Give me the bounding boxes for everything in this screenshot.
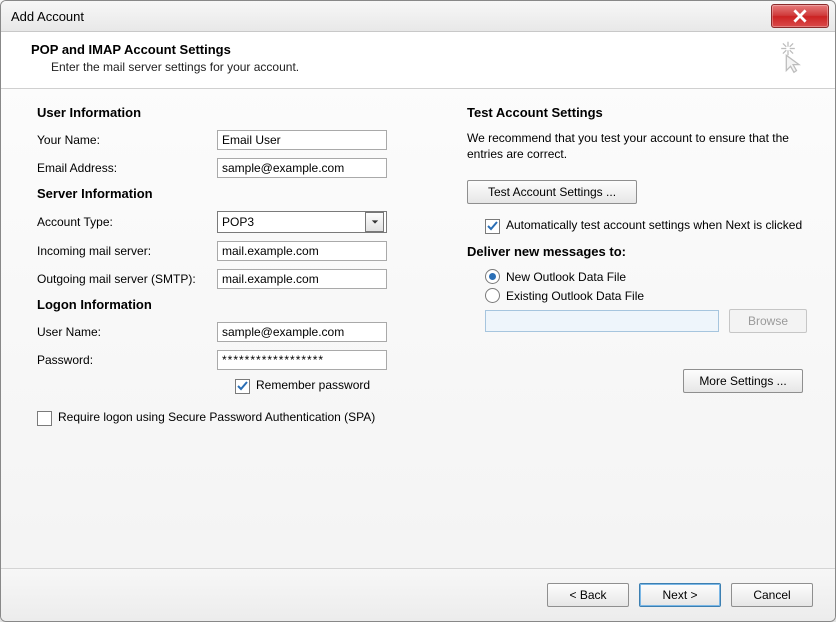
account-type-value: POP3 bbox=[222, 215, 254, 229]
title-bar: Add Account bbox=[1, 1, 835, 32]
checkbox-icon bbox=[37, 411, 52, 426]
logon-info-heading: Logon Information bbox=[37, 297, 437, 312]
radio-icon bbox=[485, 288, 500, 303]
your-name-label: Your Name: bbox=[37, 133, 217, 147]
spa-label: Require logon using Secure Password Auth… bbox=[58, 410, 375, 424]
username-input[interactable] bbox=[217, 322, 387, 342]
username-label: User Name: bbox=[37, 325, 217, 339]
cancel-button[interactable]: Cancel bbox=[731, 583, 813, 607]
browse-button[interactable]: Browse bbox=[729, 309, 807, 333]
dropdown-arrow bbox=[365, 212, 384, 232]
existing-data-file-label: Existing Outlook Data File bbox=[506, 289, 644, 303]
existing-file-path-input[interactable] bbox=[485, 310, 719, 332]
chevron-down-icon bbox=[371, 218, 379, 226]
check-icon bbox=[237, 381, 248, 392]
close-icon bbox=[793, 9, 807, 23]
email-label: Email Address: bbox=[37, 161, 217, 175]
header-title: POP and IMAP Account Settings bbox=[31, 42, 299, 57]
dialog-header: POP and IMAP Account Settings Enter the … bbox=[1, 32, 835, 89]
right-column: Test Account Settings We recommend that … bbox=[467, 105, 807, 432]
checkbox-icon bbox=[485, 219, 500, 234]
left-column: User Information Your Name: Email Addres… bbox=[37, 105, 437, 432]
spa-checkbox[interactable]: Require logon using Secure Password Auth… bbox=[37, 410, 437, 426]
deliver-heading: Deliver new messages to: bbox=[467, 244, 807, 259]
server-info-heading: Server Information bbox=[37, 186, 437, 201]
outgoing-server-label: Outgoing mail server (SMTP): bbox=[37, 272, 217, 286]
dialog-footer: < Back Next > Cancel bbox=[1, 568, 835, 621]
auto-test-label: Automatically test account settings when… bbox=[506, 218, 802, 232]
test-settings-heading: Test Account Settings bbox=[467, 105, 807, 120]
incoming-server-input[interactable] bbox=[217, 241, 387, 261]
account-type-select[interactable]: POP3 bbox=[217, 211, 387, 233]
password-input[interactable] bbox=[217, 350, 387, 370]
header-subtitle: Enter the mail server settings for your … bbox=[51, 60, 299, 74]
new-data-file-radio[interactable]: New Outlook Data File bbox=[485, 269, 807, 284]
outgoing-server-input[interactable] bbox=[217, 269, 387, 289]
your-name-input[interactable] bbox=[217, 130, 387, 150]
next-button[interactable]: Next > bbox=[639, 583, 721, 607]
password-label: Password: bbox=[37, 353, 217, 367]
incoming-server-label: Incoming mail server: bbox=[37, 244, 217, 258]
test-account-settings-button[interactable]: Test Account Settings ... bbox=[467, 180, 637, 204]
check-icon bbox=[487, 221, 498, 232]
existing-data-file-radio[interactable]: Existing Outlook Data File bbox=[485, 288, 807, 303]
new-data-file-label: New Outlook Data File bbox=[506, 270, 626, 284]
checkbox-icon bbox=[235, 379, 250, 394]
radio-icon bbox=[485, 269, 500, 284]
back-button[interactable]: < Back bbox=[547, 583, 629, 607]
account-type-label: Account Type: bbox=[37, 215, 217, 229]
more-settings-button[interactable]: More Settings ... bbox=[683, 369, 803, 393]
auto-test-checkbox[interactable]: Automatically test account settings when… bbox=[485, 218, 807, 234]
cursor-sparkle-icon bbox=[771, 40, 805, 74]
test-settings-description: We recommend that you test your account … bbox=[467, 130, 807, 162]
remember-password-label: Remember password bbox=[256, 378, 370, 392]
add-account-dialog: Add Account POP and IMAP Account Setting… bbox=[0, 0, 836, 622]
email-input[interactable] bbox=[217, 158, 387, 178]
window-title: Add Account bbox=[11, 9, 84, 24]
user-info-heading: User Information bbox=[37, 105, 437, 120]
dialog-body: User Information Your Name: Email Addres… bbox=[1, 89, 835, 432]
close-button[interactable] bbox=[771, 4, 829, 28]
remember-password-checkbox[interactable]: Remember password bbox=[235, 378, 437, 394]
